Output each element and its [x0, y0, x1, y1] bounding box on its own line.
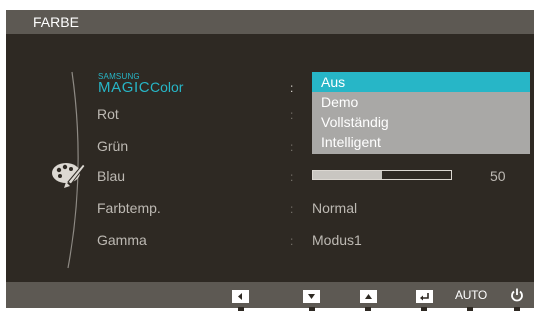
down-arrow-icon[interactable] — [303, 290, 320, 303]
button-tick — [467, 307, 473, 311]
button-tick — [309, 307, 315, 311]
blau-slider[interactable] — [312, 170, 452, 180]
gamma-value: Modus1 — [312, 232, 362, 248]
magic-wordmark: MAGIC — [98, 79, 151, 96]
separator: : — [290, 170, 294, 184]
separator: : — [290, 108, 294, 122]
button-bar: AUTO — [6, 282, 534, 308]
up-arrow-icon[interactable] — [360, 290, 377, 303]
menu-item-rot[interactable]: Rot — [97, 106, 119, 122]
magic-color-dropdown[interactable]: Aus Demo Vollständig Intelligent — [312, 72, 530, 154]
auto-button[interactable]: AUTO — [455, 288, 487, 302]
button-tick — [238, 307, 244, 311]
dropdown-option-vollstaendig[interactable]: Vollständig — [312, 112, 530, 132]
power-icon[interactable] — [510, 287, 524, 303]
button-tick — [421, 307, 427, 311]
menu-item-gruen[interactable]: Grün — [97, 138, 128, 154]
menu-item-gamma[interactable]: Gamma — [97, 232, 147, 248]
menu-item-blau[interactable]: Blau — [97, 168, 125, 184]
farbtemp-value: Normal — [312, 200, 358, 216]
button-tick — [365, 307, 371, 311]
enter-icon[interactable] — [416, 290, 433, 303]
dropdown-option-demo[interactable]: Demo — [312, 92, 530, 112]
left-arrow-icon[interactable] — [232, 290, 249, 303]
page-title: FARBE — [33, 14, 79, 30]
separator: : — [290, 140, 294, 154]
palette-icon — [52, 163, 86, 188]
button-tick — [514, 307, 520, 311]
separator: : — [290, 234, 294, 248]
slider-fill — [313, 171, 382, 179]
separator: : — [290, 81, 294, 95]
dropdown-option-intelligent[interactable]: Intelligent — [312, 132, 530, 152]
title-bar: FARBE — [6, 10, 534, 34]
slider-value: 50 — [490, 168, 506, 184]
menu-item-farbtemp[interactable]: Farbtemp. — [97, 200, 161, 216]
dropdown-option-aus[interactable]: Aus — [312, 72, 530, 92]
menu-item-label: Color — [150, 79, 184, 95]
osd-menu: FARBE SAMSUNG MAGIC Color : Rot : Grün :… — [6, 10, 534, 308]
separator: : — [290, 202, 294, 216]
